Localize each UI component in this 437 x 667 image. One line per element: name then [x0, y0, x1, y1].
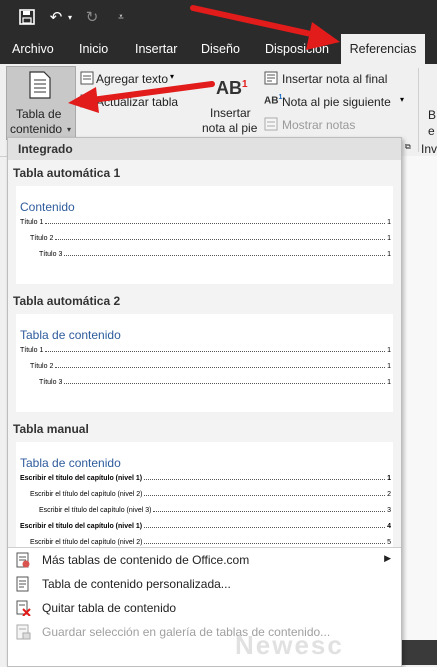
arrowhead-toc — [68, 87, 99, 113]
arrow-to-toc-button — [89, 81, 215, 103]
annotation-arrows — [68, 5, 340, 113]
arrow-to-referencias — [190, 5, 323, 39]
arrowhead-referencias — [306, 22, 340, 50]
